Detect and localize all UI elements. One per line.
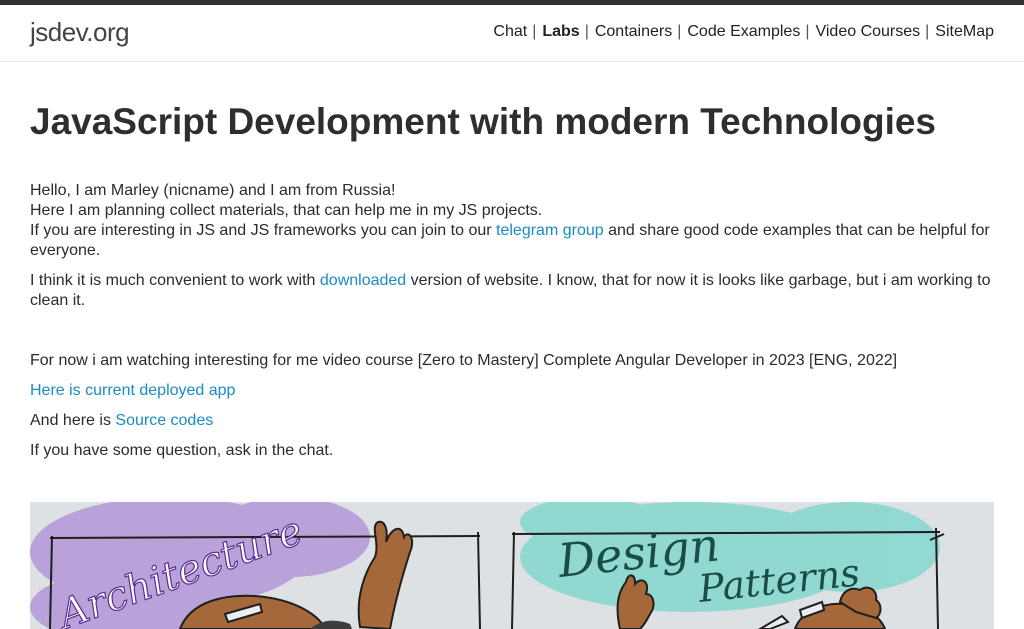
intro-line: If you are interesting in JS and JS fram… xyxy=(30,221,994,261)
source-text: And here is xyxy=(30,412,116,429)
deployed-paragraph: Here is current deployed app xyxy=(30,381,994,401)
intro-paragraph: Hello, I am Marley (nicname) and I am fr… xyxy=(30,181,994,261)
main-content: JavaScript Development with modern Techn… xyxy=(30,100,994,461)
course-paragraph: For now i am watching interesting for me… xyxy=(30,352,898,369)
nav-containers[interactable]: Containers xyxy=(595,23,672,41)
site-logo[interactable]: jsdev.org xyxy=(30,17,130,48)
nav-sitemap[interactable]: SiteMap xyxy=(935,23,994,41)
main-nav: Chat | Labs | Containers | Code Examples… xyxy=(493,23,994,41)
banner-illustration: Architecture Design Patterns xyxy=(30,502,994,629)
site-header: jsdev.org Chat | Labs | Containers | Cod… xyxy=(0,5,1024,62)
nav-separator: | xyxy=(925,23,930,40)
download-paragraph: I think it is much convenient to work wi… xyxy=(30,271,994,311)
nav-separator: | xyxy=(584,23,589,40)
telegram-group-link[interactable]: telegram group xyxy=(496,222,604,239)
intro-line: Hello, I am Marley (nicname) and I am fr… xyxy=(30,182,396,199)
nav-labs[interactable]: Labs xyxy=(542,23,579,41)
deployed-app-link[interactable]: Here is current deployed app xyxy=(30,382,235,399)
nav-separator: | xyxy=(532,23,537,40)
download-text: I think it is much convenient to work wi… xyxy=(30,272,320,289)
source-codes-link[interactable]: Source codes xyxy=(115,412,213,429)
nav-separator: | xyxy=(677,23,682,40)
nav-video-courses[interactable]: Video Courses xyxy=(815,23,920,41)
nav-chat[interactable]: Chat xyxy=(493,23,527,41)
nav-separator: | xyxy=(805,23,810,40)
banner-art: Architecture Design Patterns xyxy=(30,502,945,629)
intro-text: If you are interesting in JS and JS fram… xyxy=(30,222,497,239)
nav-code-examples[interactable]: Code Examples xyxy=(687,23,800,41)
page-title: JavaScript Development with modern Techn… xyxy=(30,101,937,142)
source-paragraph: And here is Source codes xyxy=(30,411,994,431)
question-paragraph: If you have some question, ask in the ch… xyxy=(30,442,334,459)
downloaded-link[interactable]: downloaded xyxy=(320,272,406,289)
intro-line: Here I am planning collect materials, th… xyxy=(30,202,543,219)
